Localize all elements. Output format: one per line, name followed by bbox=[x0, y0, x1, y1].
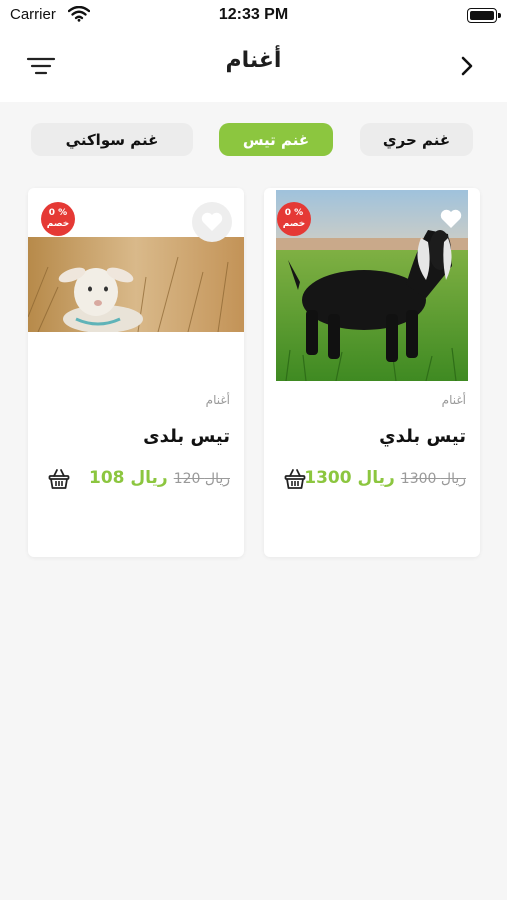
discount-value: 0 % bbox=[284, 208, 304, 218]
product-card[interactable]: 0 % خصم أغنام تيس بلدى 108 ريال 120 ريال bbox=[28, 188, 244, 557]
price-row: 108 ريال 120 ريال bbox=[89, 468, 230, 488]
discount-value: 0 % bbox=[48, 208, 68, 218]
category-chip-tais[interactable]: غنم تيس bbox=[219, 123, 333, 156]
page-title: أغنام bbox=[225, 48, 282, 73]
chevron-right-icon[interactable] bbox=[457, 54, 477, 78]
basket-icon[interactable] bbox=[284, 468, 306, 490]
favorite-button[interactable] bbox=[436, 204, 466, 234]
discount-label: خصم bbox=[282, 219, 306, 229]
lamb-photo bbox=[28, 237, 244, 332]
price-original: 1300 ريال bbox=[400, 471, 466, 487]
product-name: تيس بلدي bbox=[379, 426, 466, 447]
price-current: 108 ريال bbox=[89, 468, 168, 488]
basket-icon[interactable] bbox=[48, 468, 70, 490]
heart-icon bbox=[440, 209, 462, 228]
product-card[interactable]: 0 % خصم أغنام تيس بلدي 1300 ريال 1300 ري… bbox=[264, 188, 480, 557]
discount-badge: 0 % خصم bbox=[41, 202, 75, 236]
battery-icon bbox=[467, 8, 501, 23]
status-bar: Carrier 12:33 PM bbox=[0, 0, 507, 30]
product-category: أغنام bbox=[441, 393, 466, 407]
clock: 12:33 PM bbox=[218, 6, 289, 23]
product-category: أغنام bbox=[205, 393, 230, 407]
heart-icon bbox=[201, 212, 223, 231]
product-name: تيس بلدى bbox=[143, 426, 230, 447]
favorite-button[interactable] bbox=[192, 202, 232, 242]
top-bar: Carrier 12:33 PM أغنام bbox=[0, 0, 507, 102]
category-chip-hurri[interactable]: غنم حري bbox=[360, 123, 473, 156]
price-row: 1300 ريال 1300 ريال bbox=[304, 468, 466, 488]
price-original: 120 ريال bbox=[173, 471, 230, 487]
price-current: 1300 ريال bbox=[304, 468, 395, 488]
category-chip-sawakni[interactable]: غنم سواكني bbox=[31, 123, 193, 156]
discount-badge: 0 % خصم bbox=[277, 202, 311, 236]
discount-label: خصم bbox=[46, 219, 70, 229]
